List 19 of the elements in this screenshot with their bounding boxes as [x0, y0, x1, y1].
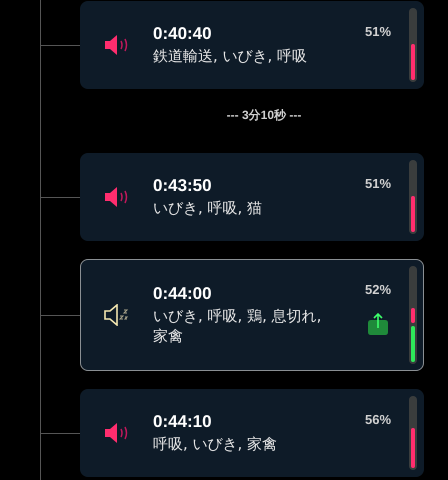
confidence-percent: 51%: [364, 176, 392, 191]
sound-labels: いびき, 呼吸, 鶏, 息切れ, 家禽: [153, 306, 322, 346]
sound-labels: 呼吸, いびき, 家禽: [153, 434, 278, 454]
event-card[interactable]: 0:44:10 呼吸, いびき, 家禽 56%: [80, 389, 424, 477]
peak-segment: [411, 308, 415, 324]
confidence-percent: 52%: [364, 282, 392, 297]
sound-labels: いびき, 呼吸, 猫: [153, 198, 264, 218]
event-card[interactable]: 0:44:00 いびき, 呼吸, 鶏, 息切れ, 家禽 52%: [80, 259, 424, 371]
time-gap: --- 3分10秒 ---: [226, 108, 302, 122]
event-time: 0:44:00: [153, 284, 213, 304]
share-icon[interactable]: [368, 311, 388, 335]
event-card[interactable]: 0:40:40 鉄道輸送, いびき, 呼吸 51%: [80, 1, 424, 89]
confidence-percent: 51%: [364, 24, 392, 39]
event-time: 0:40:40: [153, 24, 213, 44]
sound-labels: 鉄道輸送, いびき, 呼吸: [153, 46, 308, 66]
event-time: 0:43:50: [153, 176, 213, 196]
event-time: 0:44:10: [153, 412, 213, 432]
event-card[interactable]: 0:43:50 いびき, 呼吸, 猫 51%: [80, 153, 424, 241]
confidence-percent: 56%: [364, 412, 392, 427]
